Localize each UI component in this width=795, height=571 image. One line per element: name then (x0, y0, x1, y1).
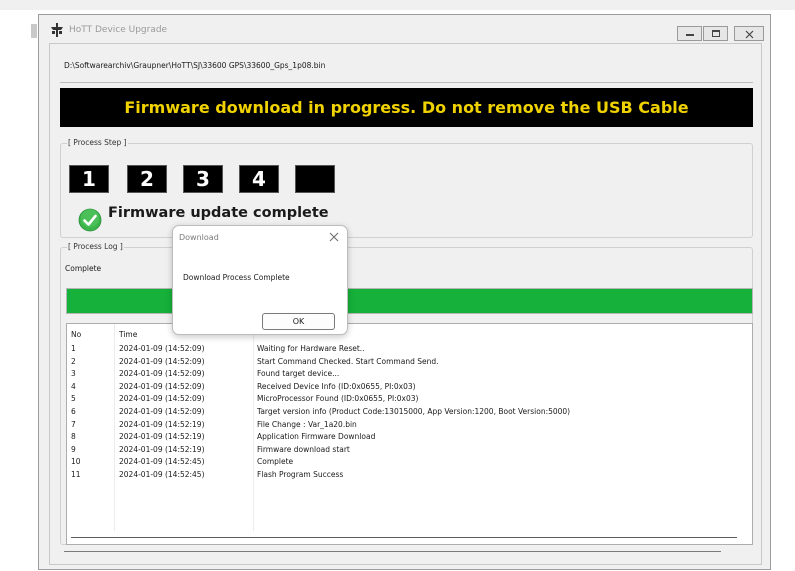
row-number: 8 (71, 432, 76, 442)
row-number: 11 (71, 470, 81, 479)
minimize-icon (686, 34, 694, 36)
step-box-2: 2 (127, 165, 167, 193)
row-number: 3 (71, 369, 76, 379)
update-status-text: Firmware update complete (108, 205, 329, 221)
step-box-3: 3 (183, 165, 223, 193)
progress-fill (67, 289, 752, 313)
app-window: HoTT Device Upgrade D:\Softwarearchiv\Gr… (38, 14, 771, 570)
row-time: 2024-01-09 (14:52:19) (119, 444, 205, 454)
row-time: 2024-01-09 (14:52:45) (119, 457, 205, 467)
process-step-legend: [ Process Step ] (67, 138, 128, 147)
table-row[interactable]: 3 2024-01-09 (14:52:09) Found target devic… (67, 368, 752, 380)
warning-banner: Firmware download in progress. Do not re… (60, 88, 753, 127)
row-time: 2024-01-09 (14:52:45) (119, 470, 205, 479)
close-icon (745, 30, 754, 39)
table-row[interactable]: 9 2024-01-09 (14:52:19) Firmware download … (67, 444, 752, 456)
file-path: D:\Softwarearchiv\Graupner\HoTT\SJ\33600… (64, 61, 326, 70)
step-box-4: 4 (239, 165, 279, 193)
row-message: Received Device Info (ID:0x0655, PI:0x03… (257, 381, 416, 391)
row-message: Application Firmware Download (257, 432, 376, 442)
maximize-icon (712, 30, 720, 37)
row-number: 1 (71, 344, 76, 353)
row-number: 2 (71, 356, 76, 366)
row-message: Firmware download start (257, 444, 350, 454)
row-number: 10 (71, 457, 81, 467)
hott-connector-icon (51, 23, 63, 37)
row-time: 2024-01-09 (14:52:09) (119, 394, 205, 404)
window-title: HoTT Device Upgrade (69, 25, 168, 35)
row-time: 2024-01-09 (14:52:19) (119, 419, 205, 429)
row-time: 2024-01-09 (14:52:19) (119, 432, 205, 442)
status-divider (64, 551, 721, 552)
dialog-close-icon[interactable] (327, 230, 341, 244)
row-message: Found target device... (257, 369, 340, 379)
ok-button[interactable]: OK (262, 313, 335, 330)
table-row[interactable]: 5 2024-01-09 (14:52:09) MicroProcessor Fou… (67, 393, 752, 405)
path-divider (60, 82, 753, 83)
column-header-time: Time (119, 330, 138, 339)
column-header-no: No (71, 330, 82, 339)
row-number: 4 (71, 381, 76, 391)
table-row[interactable]: 7 2024-01-09 (14:52:19) File Change : Var_… (67, 419, 752, 431)
maximize-button[interactable] (703, 26, 728, 41)
table-row[interactable]: 4 2024-01-09 (14:52:09) Received Device In… (67, 381, 752, 393)
row-time: 2024-01-09 (14:52:09) (119, 381, 205, 391)
row-number: 7 (71, 419, 76, 429)
horizontal-scrollbar[interactable] (67, 532, 752, 544)
row-message: MicroProcessor Found (ID:0x0655, PI:0x03… (257, 394, 419, 404)
table-row[interactable]: 8 2024-01-09 (14:52:19) Application Firmwa… (67, 431, 752, 443)
step-box-5 (295, 165, 335, 193)
row-time: 2024-01-09 (14:52:09) (119, 344, 205, 353)
close-button[interactable] (734, 26, 764, 41)
row-message: Start Command Checked. Start Command Sen… (257, 356, 439, 366)
main-panel: D:\Softwarearchiv\Graupner\HoTT\SJ\33600… (49, 43, 762, 565)
download-dialog: Download Download Process Complete OK (172, 225, 348, 335)
table-row[interactable]: 10 2024-01-09 (14:52:45) Complete (67, 456, 752, 468)
row-time: 2024-01-09 (14:52:09) (119, 407, 205, 416)
background-window-notch (31, 24, 37, 38)
background-window-edge (0, 10, 38, 571)
row-message: File Change : Var_1a20.bin (257, 419, 357, 429)
title-bar[interactable]: HoTT Device Upgrade (39, 15, 770, 43)
table-row[interactable]: 6 2024-01-09 (14:52:09) Target version inf… (67, 406, 752, 418)
log-status-text: Complete (65, 264, 102, 273)
desktop-strip (0, 0, 795, 10)
row-message: Complete (257, 457, 294, 467)
scrollbar-thumb[interactable] (71, 537, 737, 538)
row-time: 2024-01-09 (14:52:09) (119, 369, 205, 379)
table-row[interactable]: 1 2024-01-09 (14:52:09) Waiting for Hardwa… (67, 343, 752, 355)
table-row[interactable]: 2 2024-01-09 (14:52:09) Start Command Chec… (67, 356, 752, 368)
process-log-legend: [ Process Log ] (67, 242, 124, 251)
minimize-button[interactable] (677, 26, 702, 41)
row-time: 2024-01-09 (14:52:09) (119, 356, 205, 366)
table-row[interactable]: 11 2024-01-09 (14:52:45) Flash Program Suc… (67, 469, 752, 481)
row-message: Target version info (Product Code:130150… (257, 407, 571, 416)
row-message: Waiting for Hardware Reset.. (257, 344, 365, 353)
dialog-title: Download (179, 233, 219, 242)
row-message: Flash Program Success (257, 470, 344, 479)
step-box-1: 1 (69, 165, 109, 193)
row-number: 9 (71, 444, 76, 454)
row-number: 6 (71, 407, 76, 416)
dialog-message: Download Process Complete (183, 273, 290, 282)
process-log-table[interactable]: No Time 1 2024-01-09 (14:52:09) Waiting fo… (66, 323, 753, 545)
table-header-row: No Time (67, 329, 752, 341)
progress-bar (66, 288, 753, 314)
check-circle-icon (78, 208, 102, 232)
row-number: 5 (71, 394, 76, 404)
